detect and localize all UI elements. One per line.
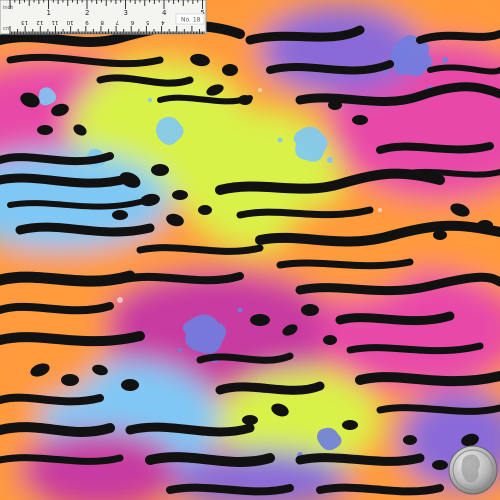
ruler-cm-unit: cm xyxy=(3,26,11,32)
ruler-cm-label: 10 xyxy=(66,19,73,25)
ruler-cm-label: 4 xyxy=(161,19,165,25)
ruler-cm-label: 13 xyxy=(21,19,28,25)
measuring-ruler: inch cm 12345 13 12 11 10 9 8 7 6 5 4 No. 18 xyxy=(0,0,207,35)
ruler-cm-label: 7 xyxy=(115,19,119,25)
ruler-tag: No. 18 xyxy=(181,17,201,24)
ruler-inch-label: 2 xyxy=(85,9,89,17)
ruler-inch-label: 4 xyxy=(162,9,167,17)
ruler-cm-label: 5 xyxy=(145,19,149,25)
quarter-coin xyxy=(448,445,498,495)
ruler-cm-label: 9 xyxy=(85,19,89,25)
animal-print-pattern: inch cm 12345 13 12 11 10 9 8 7 6 5 4 No. 18 xyxy=(0,0,500,500)
ruler-cm-label: 6 xyxy=(130,19,134,25)
ruler-inch-label: 1 xyxy=(47,9,51,17)
ruler-inch-label: 3 xyxy=(124,9,128,17)
fabric-swatch-image: inch cm 12345 13 12 11 10 9 8 7 6 5 4 No. 18 xyxy=(0,0,500,500)
ruler-cm-label: 11 xyxy=(51,19,58,25)
ruler-cm-label: 12 xyxy=(36,19,43,25)
ruler-cm-label: 8 xyxy=(100,19,104,25)
ruler-inch-unit: inch xyxy=(3,5,13,11)
